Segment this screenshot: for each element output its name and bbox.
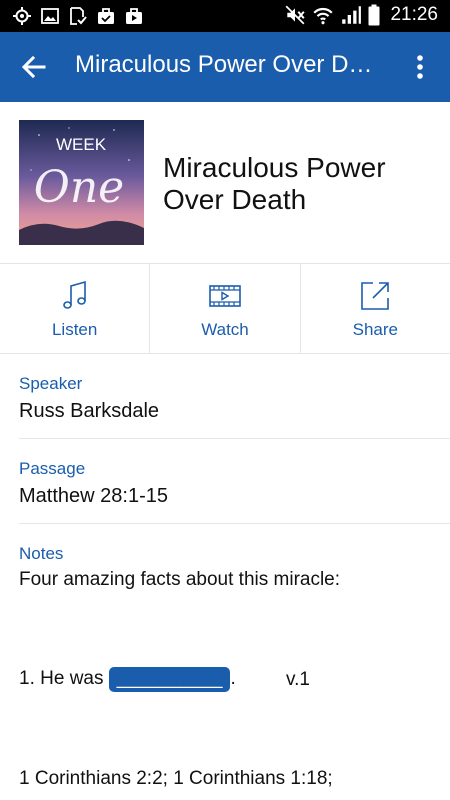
app-bar-title: Miraculous Power Over Death <box>75 51 385 78</box>
point-1-prefix: 1. He was <box>19 668 109 689</box>
overflow-menu-icon[interactable] <box>408 52 432 82</box>
app-bar: Miraculous Power Over Death <box>0 32 450 102</box>
listen-button[interactable]: Listen <box>0 264 149 353</box>
video-icon <box>209 285 241 307</box>
status-left-icons <box>12 6 144 26</box>
speaker-value[interactable]: Russ Barksdale <box>19 400 450 423</box>
notes-label: Notes <box>19 544 64 563</box>
watch-button[interactable]: Watch <box>149 264 299 353</box>
mute-icon <box>286 5 306 25</box>
fill-in-blank[interactable]: __________ <box>108 667 231 692</box>
sermon-title: Miraculous Power Over Death <box>163 152 386 215</box>
status-right-icons: 21:26 <box>284 4 438 26</box>
sermon-header: WEEK One Miraculous Power Over Death <box>0 102 450 264</box>
point-1-reference: v.1 <box>286 669 310 690</box>
action-bar: Listen Watch Share <box>0 264 450 354</box>
sermon-artwork: WEEK One <box>19 120 144 245</box>
battery-icon <box>368 4 380 26</box>
back-arrow-icon[interactable] <box>18 52 50 82</box>
notes-intro: Four amazing facts about this miracle: <box>19 569 341 590</box>
speaker-section: Speaker Russ Barksdale <box>19 354 450 439</box>
share-button[interactable]: Share <box>299 264 450 353</box>
share-external-icon <box>361 282 390 310</box>
music-note-icon <box>62 280 86 309</box>
wifi-icon <box>313 7 334 25</box>
notes-point-1: 1. He was __________. <box>19 667 236 692</box>
passage-value[interactable]: Matthew 28:1-15 <box>19 485 450 508</box>
speaker-label: Speaker <box>19 374 83 393</box>
listen-label: Listen <box>51 320 98 339</box>
location-icon <box>13 7 31 25</box>
artwork-week-text: WEEK <box>56 135 107 154</box>
watch-label: Watch <box>201 320 249 339</box>
briefcase-check-icon <box>98 8 114 24</box>
status-time: 21:26 <box>390 4 438 25</box>
briefcase-play-icon <box>126 8 142 24</box>
artwork-one-text: One <box>34 162 124 213</box>
passage-section: Passage Matthew 28:1-15 <box>19 439 450 524</box>
point-1-suffix: . <box>230 668 236 689</box>
share-label: Share <box>352 320 398 339</box>
signal-icon <box>342 6 362 24</box>
download-done-icon <box>70 7 87 25</box>
image-icon <box>41 8 59 24</box>
passage-label: Passage <box>19 459 86 478</box>
notes-references: 1 Corinthians 2:2; 1 Corinthians 1:18; <box>19 768 333 789</box>
notes-section: Notes Four amazing facts about this mira… <box>19 524 439 789</box>
status-bar: 21:26 <box>0 0 450 32</box>
